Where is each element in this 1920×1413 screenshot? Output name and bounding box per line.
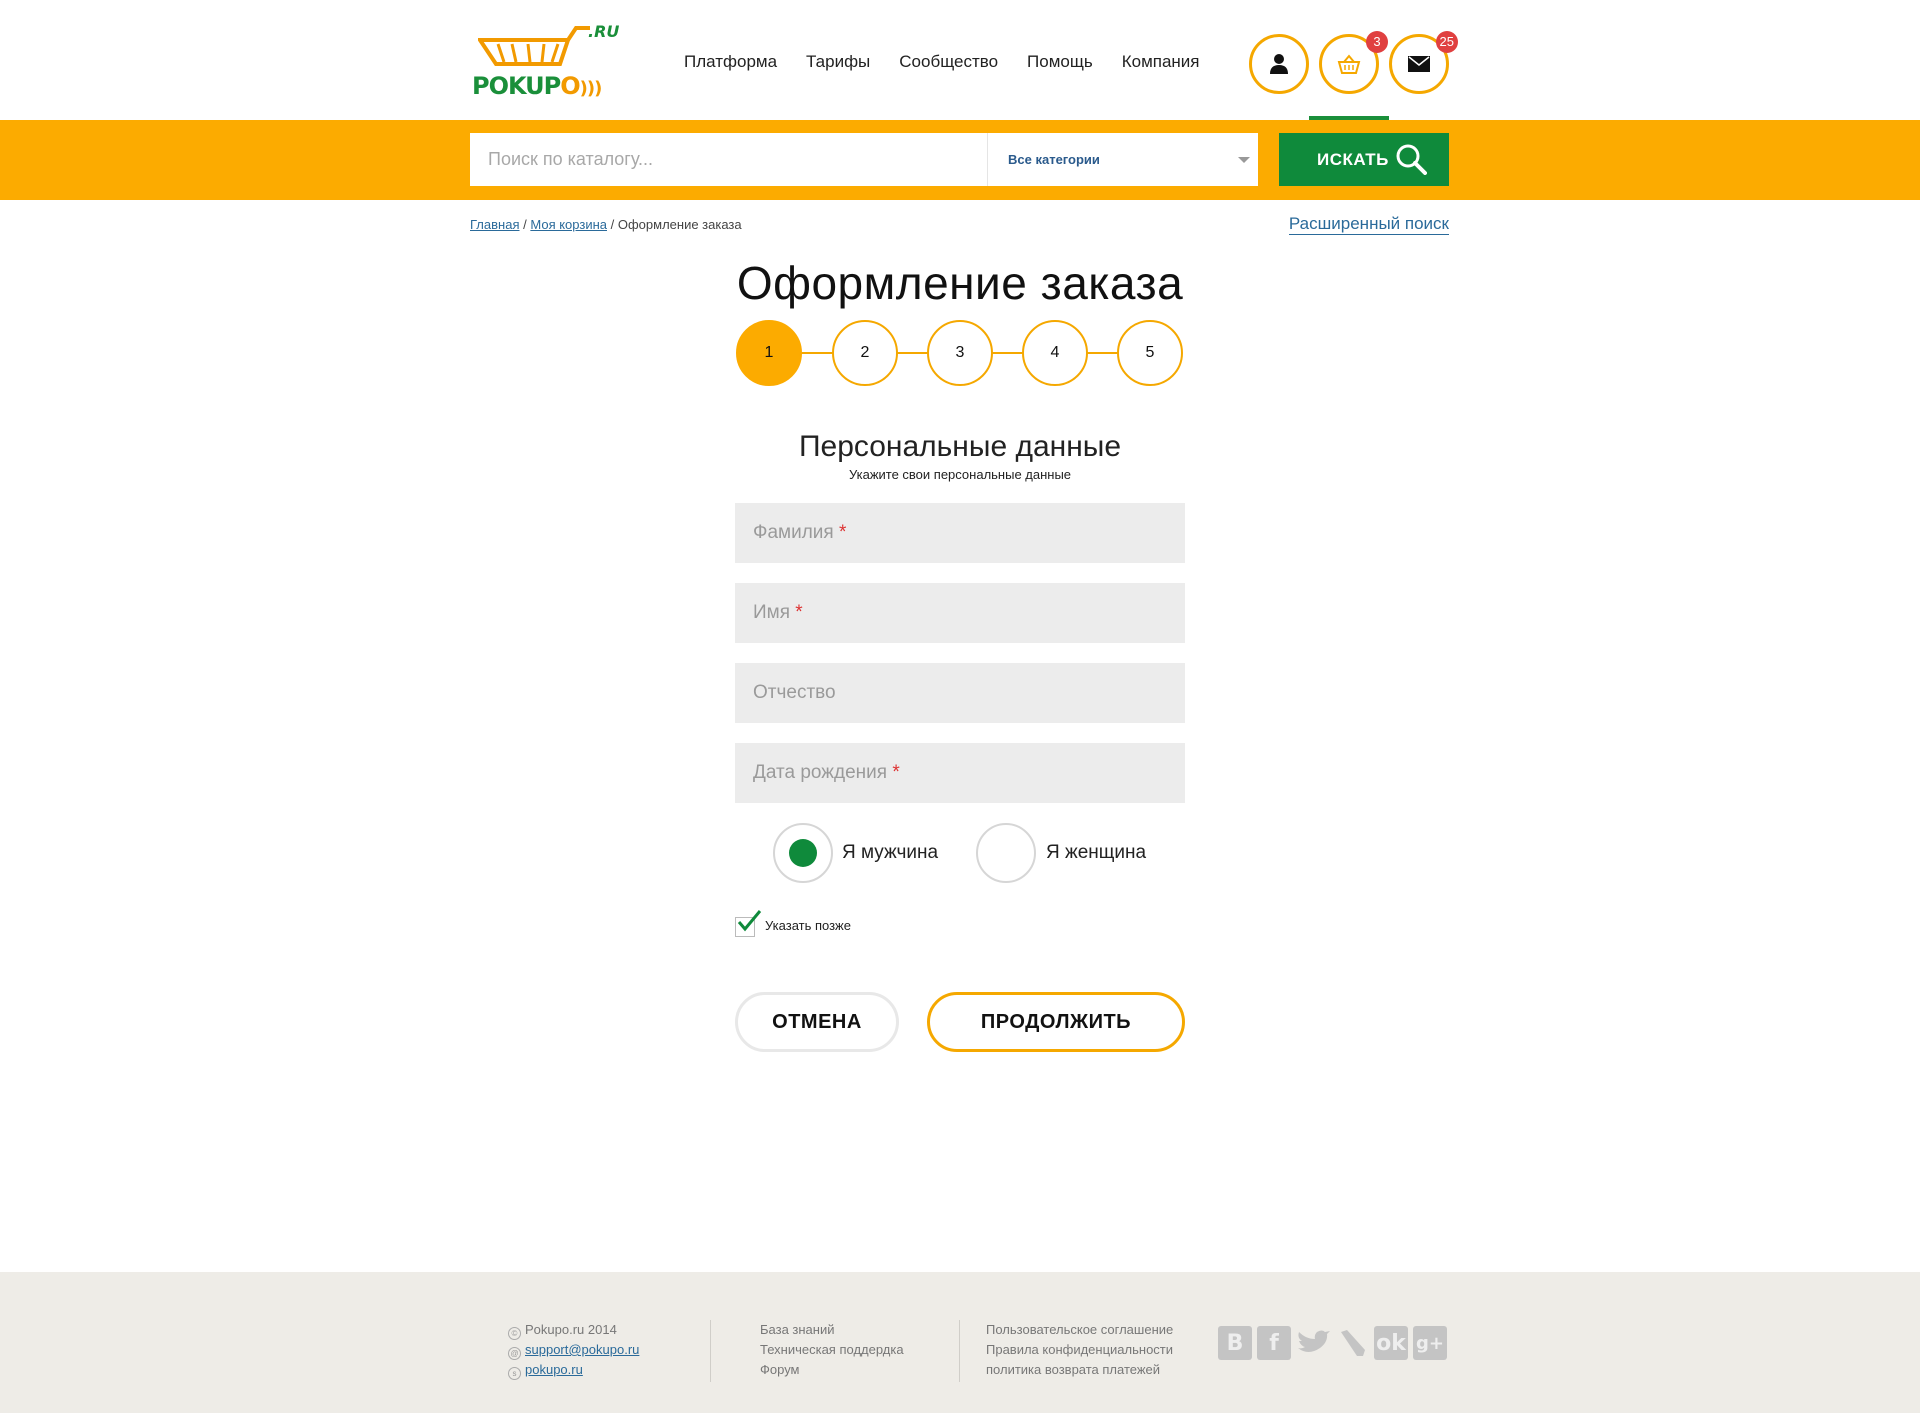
- step-3[interactable]: 3: [927, 320, 993, 386]
- breadcrumb-cart[interactable]: Моя корзина: [530, 217, 607, 232]
- nav-community[interactable]: Сообщество: [899, 52, 998, 72]
- livejournal-icon[interactable]: [1335, 1326, 1369, 1360]
- breadcrumb-home[interactable]: Главная: [470, 217, 519, 232]
- envelope-icon: [1408, 56, 1430, 72]
- chevron-down-icon: [1238, 157, 1250, 163]
- footer-copyright: Pokupo.ru 2014: [525, 1322, 617, 1337]
- nav-company[interactable]: Компания: [1122, 52, 1200, 72]
- gender-female-label[interactable]: Я женщина: [1046, 842, 1146, 864]
- breadcrumb-separator: /: [523, 217, 527, 232]
- footer-link-support[interactable]: Техническая поддердка: [760, 1340, 904, 1360]
- birth-date-field[interactable]: Дата рождения *: [735, 743, 1185, 803]
- required-mark: *: [838, 522, 847, 543]
- category-select-value: Все категории: [1008, 152, 1100, 167]
- step-2[interactable]: 2: [832, 320, 898, 386]
- patronymic-placeholder: Отчество: [753, 682, 836, 703]
- at-icon: @: [508, 1347, 521, 1360]
- account-button[interactable]: [1249, 34, 1309, 94]
- search-button[interactable]: ИСКАТЬ: [1279, 133, 1449, 186]
- footer-divider: [959, 1320, 960, 1382]
- footer-legal-links: Пользовательское соглашение Правила конф…: [986, 1320, 1173, 1380]
- page-title: Оформление заказа: [736, 257, 1184, 309]
- gender-male-label[interactable]: Я мужчина: [842, 842, 938, 864]
- breadcrumb-separator: /: [610, 217, 615, 232]
- facebook-icon[interactable]: f: [1257, 1326, 1291, 1360]
- first-name-placeholder: Имя: [753, 602, 791, 623]
- birth-date-placeholder: Дата рождения: [753, 762, 888, 783]
- footer-link-forum[interactable]: Форум: [760, 1360, 904, 1380]
- twitter-icon[interactable]: [1296, 1326, 1330, 1360]
- step-5[interactable]: 5: [1117, 320, 1183, 386]
- gender-male-radio[interactable]: [773, 823, 833, 883]
- cart-count-badge: 3: [1366, 31, 1388, 53]
- skype-icon: s: [508, 1367, 521, 1380]
- search-button-label: ИСКАТЬ: [1317, 149, 1389, 169]
- messages-button[interactable]: 25: [1389, 31, 1458, 94]
- basket-icon: [1337, 54, 1361, 74]
- cancel-button[interactable]: ОТМЕНА: [735, 992, 899, 1052]
- patronymic-field[interactable]: Отчество: [735, 663, 1185, 723]
- breadcrumb-current: Оформление заказа: [617, 217, 742, 232]
- last-name-placeholder: Фамилия: [753, 522, 834, 543]
- footer-divider: [710, 1320, 711, 1382]
- footer-contacts: © Pokupo.ru 2014 @ support@pokupo.ru s poku…: [508, 1320, 639, 1380]
- logo-wordmark: POKUPO))): [472, 72, 602, 100]
- step-1[interactable]: 1: [736, 320, 802, 386]
- category-select[interactable]: Все категории: [987, 133, 1258, 186]
- footer-skype-link[interactable]: pokupo.ru: [525, 1362, 583, 1377]
- search-icon: [1396, 144, 1427, 175]
- messages-count-badge: 25: [1435, 31, 1458, 53]
- footer-support-links: База знаний Техническая поддердка Форум: [760, 1320, 904, 1380]
- specify-later-checkbox[interactable]: [735, 910, 762, 937]
- logo-text-orange: O: [560, 72, 580, 100]
- site-header: .RU POKUPO))) Платформа Тарифы Сообществ…: [0, 0, 1920, 120]
- required-mark: *: [892, 762, 900, 783]
- step-4[interactable]: 4: [1022, 320, 1088, 386]
- vk-icon[interactable]: B: [1218, 1326, 1252, 1360]
- section-title: Персональные данные: [798, 430, 1122, 463]
- continue-button[interactable]: ПРОДОЛЖИТЬ: [927, 992, 1185, 1052]
- gender-female-radio[interactable]: [976, 823, 1036, 883]
- footer-email-link[interactable]: support@pokupo.ru: [525, 1342, 639, 1357]
- cart-button[interactable]: 3: [1319, 31, 1388, 94]
- advanced-search-link[interactable]: Расширенный поиск: [1288, 214, 1449, 235]
- section-subtitle: Укажите свои персональные данные: [848, 467, 1072, 482]
- google-plus-icon[interactable]: g+: [1413, 1326, 1447, 1360]
- footer-link-knowledge[interactable]: База знаний: [760, 1320, 904, 1340]
- search-input[interactable]: [470, 133, 987, 186]
- nav-platform[interactable]: Платформа: [684, 52, 777, 72]
- site-footer: © Pokupo.ru 2014 @ support@pokupo.ru s poku…: [0, 1272, 1920, 1413]
- user-icon: [1270, 54, 1288, 74]
- main-nav: Платформа Тарифы Сообщество Помощь Компа…: [684, 52, 1229, 72]
- nav-help[interactable]: Помощь: [1027, 52, 1093, 72]
- footer-link-refund[interactable]: политика возврата платежей: [986, 1360, 1173, 1380]
- logo-text-green: POKUP: [472, 72, 561, 100]
- footer-link-privacy[interactable]: Правила конфиденциальности: [986, 1340, 1173, 1360]
- odnoklassniki-icon[interactable]: ok: [1374, 1326, 1408, 1360]
- specify-later-label[interactable]: Указать позже: [765, 918, 851, 933]
- copyright-icon: ©: [508, 1327, 521, 1340]
- checkmark-icon: [737, 910, 762, 932]
- first-name-field[interactable]: Имя *: [735, 583, 1185, 643]
- checkout-steps: 1 2 3 4 5: [736, 320, 1184, 386]
- nav-tariffs[interactable]: Тарифы: [806, 52, 870, 72]
- logo-domain: .RU: [588, 22, 620, 41]
- required-mark: *: [795, 602, 803, 623]
- pokupo-logo[interactable]: .RU POKUPO))): [470, 22, 620, 102]
- footer-link-agreement[interactable]: Пользовательское соглашение: [986, 1320, 1173, 1340]
- search-bar: Все категории ИСКАТЬ: [0, 120, 1920, 200]
- last-name-field[interactable]: Фамилия *: [735, 503, 1185, 563]
- radio-selected-dot: [789, 839, 817, 867]
- breadcrumb: Главная / Моя корзина / Оформление заказ…: [470, 217, 742, 232]
